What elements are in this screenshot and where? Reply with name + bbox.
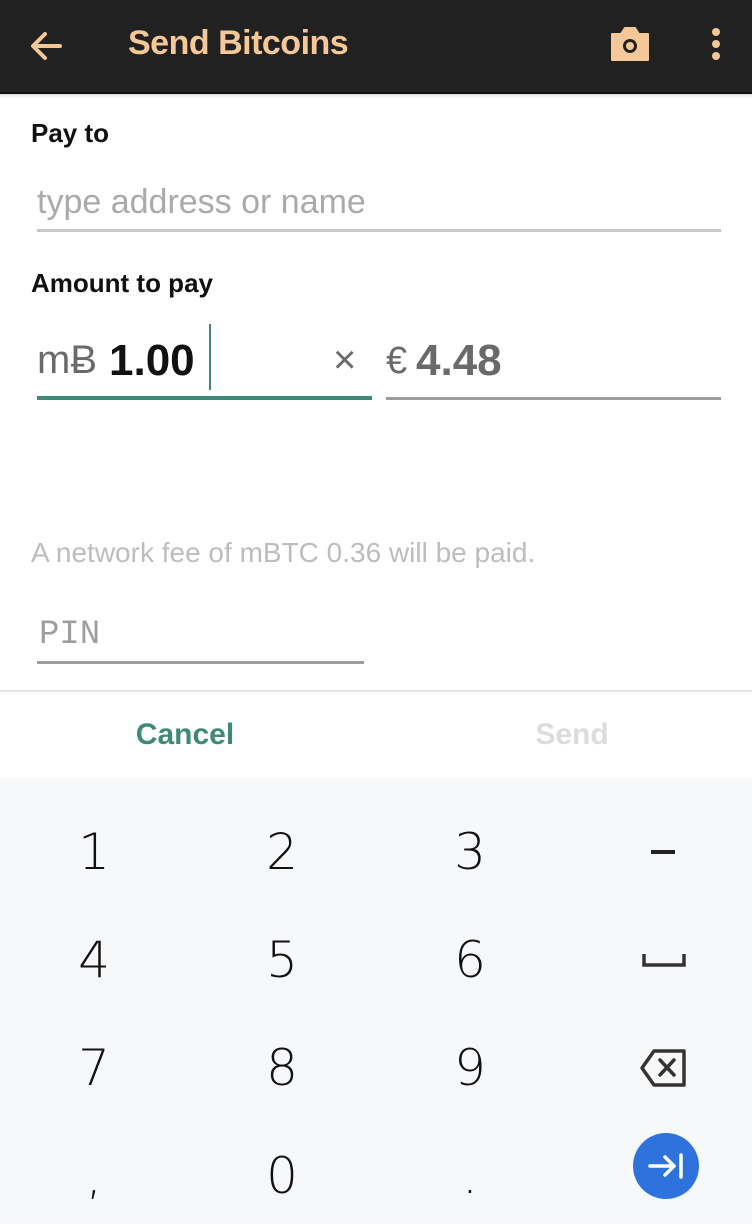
- next-field-button[interactable]: [633, 1133, 699, 1199]
- fiat-currency-prefix: €: [386, 340, 408, 382]
- key-6[interactable]: 6: [376, 906, 564, 1014]
- send-button[interactable]: Send: [386, 692, 752, 778]
- key-space[interactable]: [570, 906, 752, 1014]
- pin-input[interactable]: [37, 608, 364, 664]
- key-next[interactable]: [572, 1112, 752, 1220]
- backspace-icon: [640, 1049, 686, 1087]
- btc-unit-prefix: mɃ: [37, 338, 97, 382]
- btc-amount-value: 1.00: [109, 336, 195, 385]
- pay-to-label: Pay to: [31, 118, 110, 148]
- key-8[interactable]: 8: [188, 1014, 376, 1122]
- key-2[interactable]: 2: [188, 798, 376, 906]
- key-backspace[interactable]: [570, 1014, 752, 1122]
- key-5[interactable]: 5: [188, 906, 376, 1014]
- pay-to-input[interactable]: [37, 176, 721, 232]
- back-button[interactable]: [26, 26, 66, 66]
- page-title: Send Bitcoins: [128, 24, 349, 62]
- key-9[interactable]: 9: [376, 1014, 564, 1122]
- camera-icon: [611, 27, 649, 61]
- more-options-button[interactable]: [704, 24, 728, 64]
- key-4[interactable]: 4: [0, 906, 188, 1014]
- key-1[interactable]: 1: [0, 798, 188, 906]
- action-bar: Cancel Send: [0, 692, 752, 778]
- amount-label: Amount to pay: [31, 268, 213, 298]
- key-minus[interactable]: [570, 798, 752, 906]
- space-icon: [642, 954, 686, 967]
- app-bar: Send Bitcoins: [0, 0, 752, 94]
- numeric-keyboard: 1 2 3 4 5 6 7 8 9 , 0 .: [0, 778, 752, 1224]
- scan-qr-button[interactable]: [608, 24, 652, 64]
- key-0[interactable]: 0: [188, 1122, 376, 1230]
- fiat-amount-input[interactable]: € 4.48: [386, 330, 721, 400]
- app-bar-shadow: [0, 94, 752, 98]
- text-cursor: [209, 324, 211, 390]
- more-vert-icon: [712, 28, 720, 60]
- key-comma[interactable]: ,: [0, 1122, 188, 1230]
- key-3[interactable]: 3: [376, 798, 564, 906]
- tab-next-icon: [648, 1153, 683, 1179]
- arrow-left-icon: [31, 32, 62, 60]
- clear-amount-icon[interactable]: ×: [333, 338, 356, 383]
- key-7[interactable]: 7: [0, 1014, 188, 1122]
- fiat-amount-value: 4.48: [416, 336, 502, 385]
- cancel-button[interactable]: Cancel: [0, 692, 370, 778]
- minus-icon: [651, 850, 675, 854]
- btc-amount-input[interactable]: mɃ 1.00 ×: [37, 324, 372, 400]
- key-period[interactable]: .: [376, 1122, 564, 1230]
- network-fee-text: A network fee of mBTC 0.36 will be paid.: [31, 537, 536, 568]
